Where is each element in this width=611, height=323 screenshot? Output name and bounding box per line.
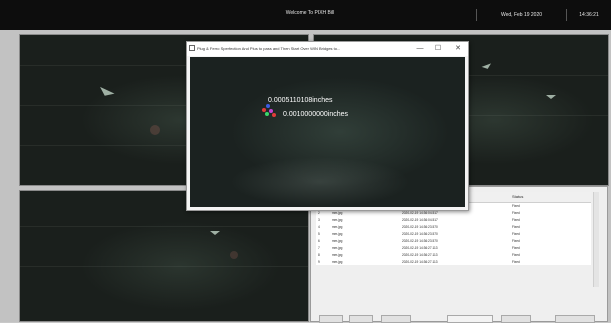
row-status: Fixed [512, 224, 520, 229]
light-glow [230, 157, 410, 207]
window-app-icon [189, 45, 195, 51]
row-status: Fixed [512, 217, 520, 222]
table-row[interactable]: 5 mm.jpg 2020-02-19 14:36:23.570 Fixed [316, 230, 591, 237]
window-title: Plug & Ferro Sperfection And Plus to pas… [197, 46, 341, 51]
row-number: 4 [318, 224, 320, 229]
row-status: Fixed [512, 259, 520, 264]
measure-point-blue[interactable] [266, 104, 270, 108]
row-status: Fixed [512, 203, 520, 208]
top-bar: Welcome To PIXH Bill Wed, Feb 19 2020 14… [0, 0, 611, 30]
row-file: mm.jpg [332, 231, 343, 236]
table-row[interactable]: 4 mm.jpg 2020-02-19 14:36:23.570 Fixed [316, 223, 591, 230]
measurement-view[interactable]: 0.0005110108inches 0.0010000000inches [190, 57, 465, 207]
scan-line [20, 266, 308, 267]
row-number: 7 [318, 245, 320, 250]
app-title: Welcome To PIXH Bill [285, 10, 335, 16]
reflection-spot [230, 251, 238, 259]
table-row[interactable]: 9 mm.jpg 2020-02-19 14:36:27.113 Fixed [316, 258, 591, 265]
row-time: 2020-02-19 14:36:27.113 [402, 245, 438, 250]
row-number: 5 [318, 231, 320, 236]
row-file: mm.jpg [332, 252, 343, 257]
row-file: mm.jpg [332, 217, 343, 222]
reflection-marker [481, 63, 493, 71]
time-display: 14:36:21 [566, 9, 611, 21]
row-status: Fixed [512, 238, 520, 243]
row-status: Fixed [512, 245, 520, 250]
close-icon[interactable]: ✕ [453, 44, 463, 54]
window-titlebar[interactable]: Plug & Ferro Sperfection And Plus to pas… [187, 42, 468, 56]
minimize-icon[interactable]: — [415, 44, 425, 54]
reflection-marker [546, 95, 556, 99]
row-status: Fixed [512, 231, 520, 236]
row-status: Fixed [512, 210, 520, 215]
row-file: mm.jpg [332, 238, 343, 243]
table-row[interactable]: 3 mm.jpg 2020-02-19 14:36:04.517 Fixed [316, 216, 591, 223]
table-row[interactable]: 6 mm.jpg 2020-02-19 14:36:23.570 Fixed [316, 237, 591, 244]
maximize-icon[interactable]: ☐ [433, 44, 443, 54]
table-scrollbar[interactable] [593, 192, 599, 287]
row-number: 9 [318, 259, 320, 264]
scan-line [20, 226, 308, 227]
row-time: 2020-02-19 14:36:23.570 [402, 238, 438, 243]
row-number: 6 [318, 238, 320, 243]
table-row[interactable]: 7 mm.jpg 2020-02-19 14:36:27.113 Fixed [316, 244, 591, 251]
row-status: Fixed [512, 252, 520, 257]
table-row[interactable]: 8 mm.jpg 2020-02-19 14:36:27.113 Fixed [316, 251, 591, 258]
row-time: 2020-02-19 14:36:23.570 [402, 224, 438, 229]
row-number: 3 [318, 217, 320, 222]
measurement-label-1: 0.0005110108inches [268, 97, 333, 104]
row-file: mm.jpg [332, 245, 343, 250]
date-display: Wed, Feb 19 2020 [476, 9, 566, 21]
column-header: Status [510, 192, 591, 203]
row-time: 2020-02-19 14:36:27.113 [402, 252, 438, 257]
row-time: 2020-02-19 14:36:27.113 [402, 259, 438, 264]
measurement-label-2: 0.0010000000inches [283, 111, 349, 118]
reflection-marker [210, 231, 220, 235]
app-window: Welcome To PIXH Bill Wed, Feb 19 2020 14… [0, 0, 611, 323]
measure-point-red[interactable] [272, 113, 276, 117]
measure-point-green[interactable] [265, 112, 269, 116]
measurement-window[interactable]: Plug & Ferro Sperfection And Plus to pas… [186, 41, 469, 211]
row-file: mm.jpg [332, 259, 343, 264]
row-time: 2020-02-19 14:36:04.517 [402, 217, 438, 222]
row-file: mm.jpg [332, 224, 343, 229]
reflection-spot [150, 125, 160, 135]
row-number: 8 [318, 252, 320, 257]
row-time: 2020-02-19 14:36:23.570 [402, 231, 438, 236]
